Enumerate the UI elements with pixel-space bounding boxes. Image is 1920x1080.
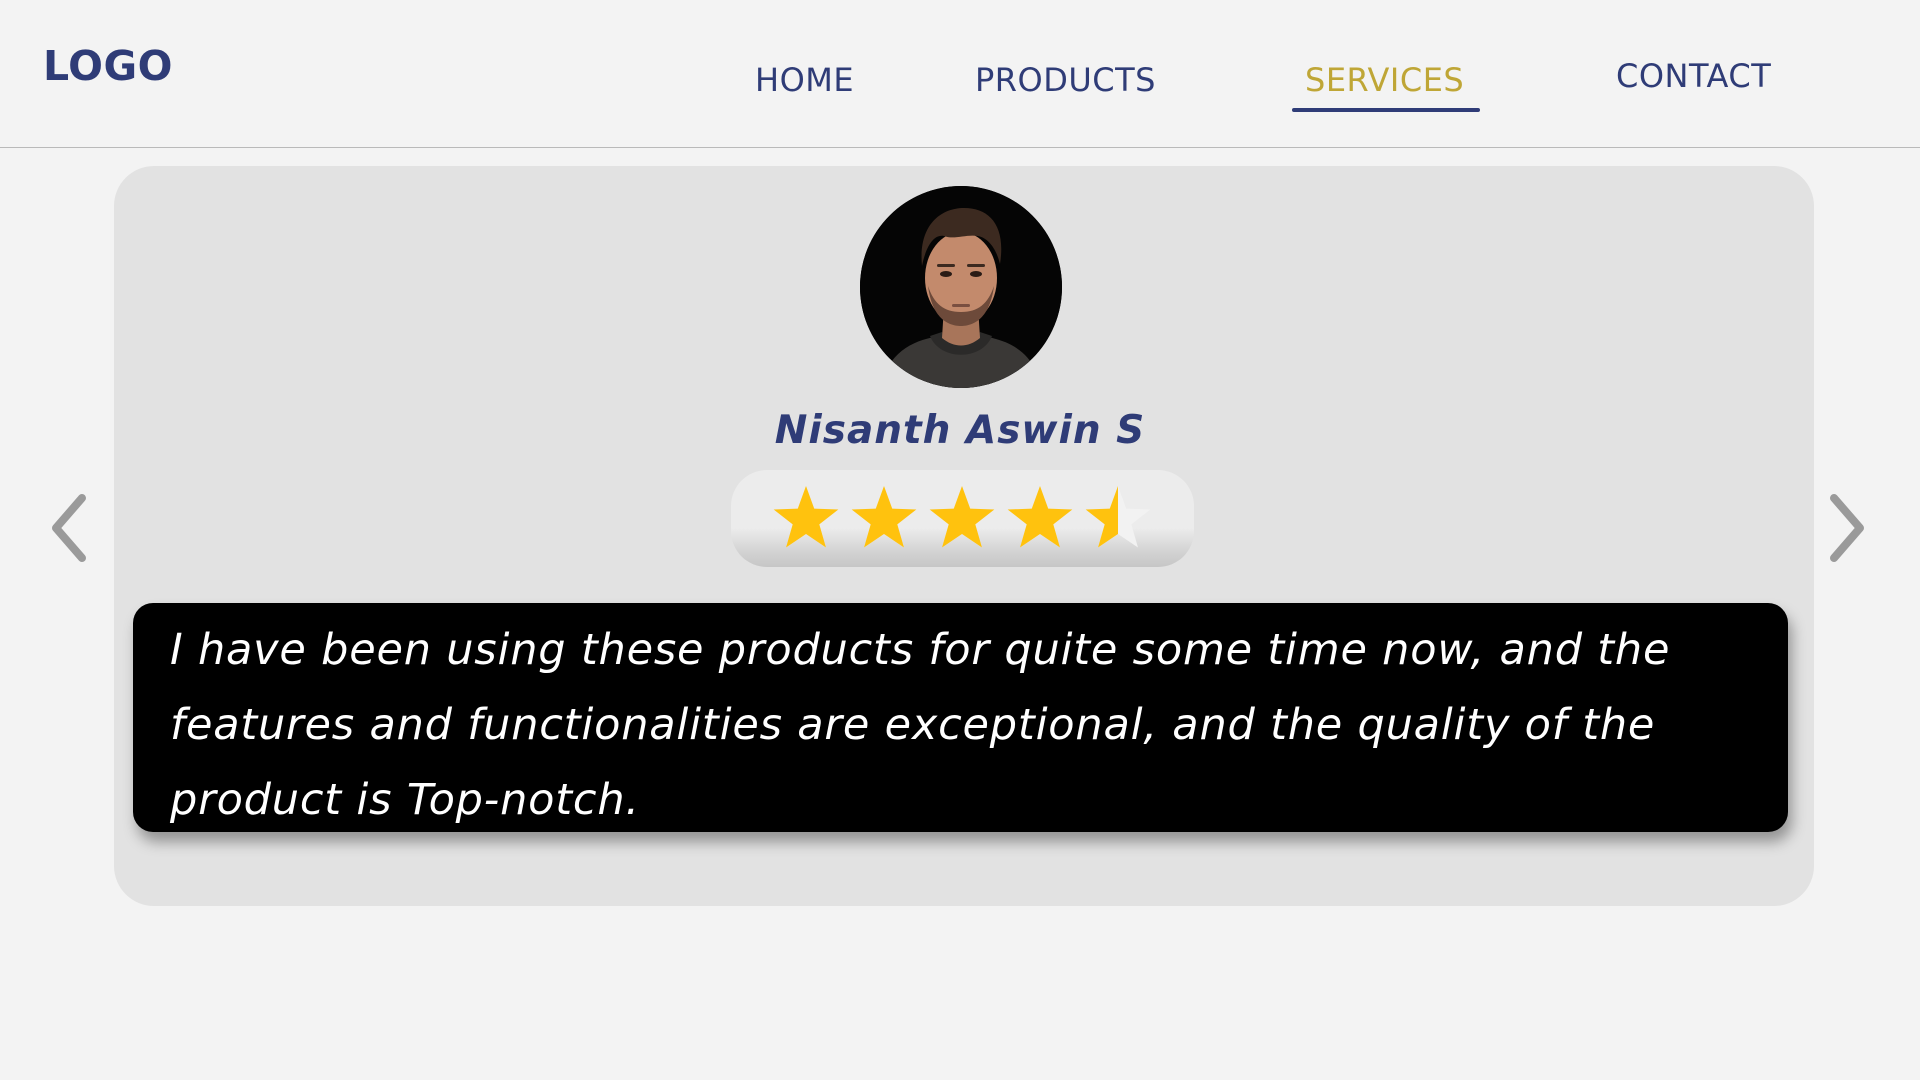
star-rating xyxy=(773,486,1151,548)
star-icon xyxy=(1085,486,1151,548)
star-icon xyxy=(929,486,995,548)
page: LOGO HOME PRODUCTS SERVICES CONTACT Nisa… xyxy=(0,0,1920,1080)
avatar xyxy=(860,186,1062,388)
carousel-prev-button[interactable] xyxy=(42,490,102,566)
star-icon xyxy=(1007,486,1073,548)
star-icon xyxy=(773,486,839,548)
logo[interactable]: LOGO xyxy=(43,42,173,90)
reviewer-name: Nisanth Aswin S xyxy=(774,408,1146,453)
star-icon xyxy=(851,486,917,548)
nav-item-contact[interactable]: CONTACT xyxy=(1616,57,1771,95)
chevron-left-icon xyxy=(52,494,86,562)
nav-item-products[interactable]: PRODUCTS xyxy=(975,61,1156,99)
review-box: I have been using these products for qui… xyxy=(133,603,1788,832)
active-nav-indicator xyxy=(1292,108,1480,112)
review-text: I have been using these products for qui… xyxy=(170,625,1671,825)
site-header: LOGO HOME PRODUCTS SERVICES CONTACT xyxy=(0,0,1920,148)
avatar-image xyxy=(860,186,1062,388)
nav-item-services[interactable]: SERVICES xyxy=(1305,61,1464,99)
chevron-right-icon xyxy=(1830,494,1864,562)
nav-item-home[interactable]: HOME xyxy=(755,61,854,99)
carousel-next-button[interactable] xyxy=(1814,490,1874,566)
